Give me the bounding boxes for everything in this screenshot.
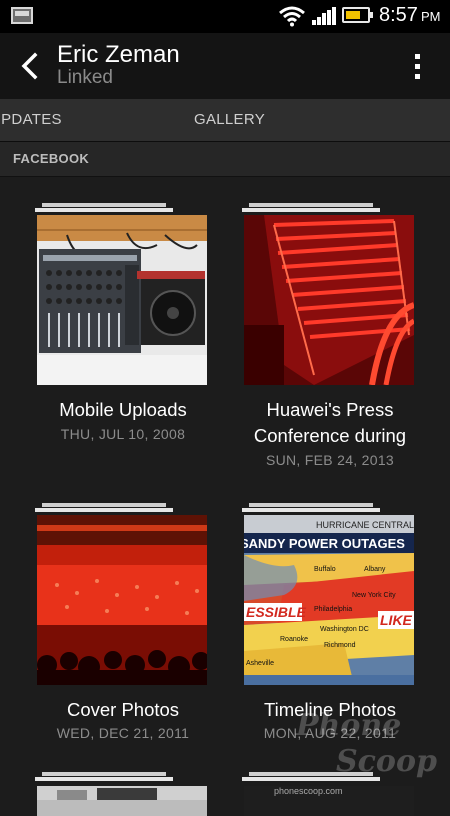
action-bar: Eric Zeman Linked — [0, 33, 450, 99]
album-stack-edge — [35, 508, 173, 512]
album-thumbnail — [244, 215, 414, 385]
album-date: THU, JUL 10, 2008 — [60, 426, 186, 442]
album-stack-edge — [35, 208, 173, 212]
watermark-logo: Phone Scoop — [296, 708, 437, 779]
album-date: SUN, FEB 24, 2013 — [265, 452, 395, 468]
section-header-label: FACEBOOK — [13, 151, 90, 166]
tab-updates[interactable]: UPDATES — [0, 111, 62, 128]
chevron-left-icon — [21, 52, 38, 80]
album-stack-edge — [35, 777, 173, 781]
overflow-menu-button[interactable] — [404, 47, 430, 85]
map-brand-text: HURRICANE CENTRAL — [316, 520, 414, 530]
tab-gallery[interactable]: GALLERY — [194, 111, 265, 128]
map-headline-text: SANDY POWER OUTAGES — [244, 536, 405, 551]
album-stack-edge — [42, 772, 166, 776]
album-name: Mobile Uploads — [59, 399, 187, 420]
section-header: FACEBOOK — [0, 142, 450, 177]
map-city-label: Asheville — [246, 660, 274, 667]
album-thumbnail: HURRICANE CENTRAL SANDY POWER OUTAGES ES… — [244, 515, 414, 685]
album-stack-edge — [42, 503, 166, 507]
map-right-word: LIKE — [380, 612, 413, 628]
album-stack-edge — [249, 203, 373, 207]
album-stack-edge — [242, 208, 380, 212]
map-left-word: ESSIBLE — [246, 604, 307, 620]
album-item[interactable]: Cover Photos WED, DEC 21, 2011 — [20, 503, 226, 753]
album-thumbnail: phonescoop.com — [244, 786, 414, 816]
album-name: Huawei's Press Conference during — [253, 399, 407, 446]
album-thumbnail — [37, 515, 207, 685]
status-bar: 8:57 PM — [0, 0, 450, 33]
album-stack-edge — [249, 503, 373, 507]
map-city-label: Buffalo — [314, 566, 336, 573]
album-item-partial[interactable] — [20, 772, 226, 816]
more-vertical-icon — [414, 53, 420, 59]
map-city-label: Philadelphia — [314, 606, 352, 613]
gallery-notification-icon — [11, 7, 33, 24]
album-thumbnail — [37, 215, 207, 385]
signal-icon — [312, 7, 336, 25]
map-city-label: Richmond — [324, 642, 356, 649]
map-city-label: Washington DC — [320, 626, 369, 633]
back-button[interactable] — [12, 47, 46, 85]
tab-bar: UPDATES GALLERY — [0, 99, 450, 142]
album-date: WED, DEC 21, 2011 — [56, 725, 190, 741]
album-stack-edge — [242, 508, 380, 512]
album-item[interactable]: Mobile Uploads THU, JUL 10, 2008 — [20, 203, 226, 473]
battery-icon — [342, 7, 373, 23]
wifi-icon — [279, 6, 305, 27]
map-city-label: Albany — [364, 566, 386, 573]
map-city-label: New York City — [352, 592, 396, 599]
album-stack-edge — [42, 203, 166, 207]
page-subtitle: Linked — [57, 67, 113, 88]
map-city-label: Roanoke — [280, 636, 308, 643]
clock: 8:57 PM — [379, 4, 441, 26]
album-thumbnail — [37, 786, 207, 816]
album-name: Cover Photos — [66, 699, 180, 720]
album-item[interactable]: Huawei's Press Conference during SUN, FE… — [227, 203, 433, 473]
page-title: Eric Zeman — [57, 41, 180, 68]
